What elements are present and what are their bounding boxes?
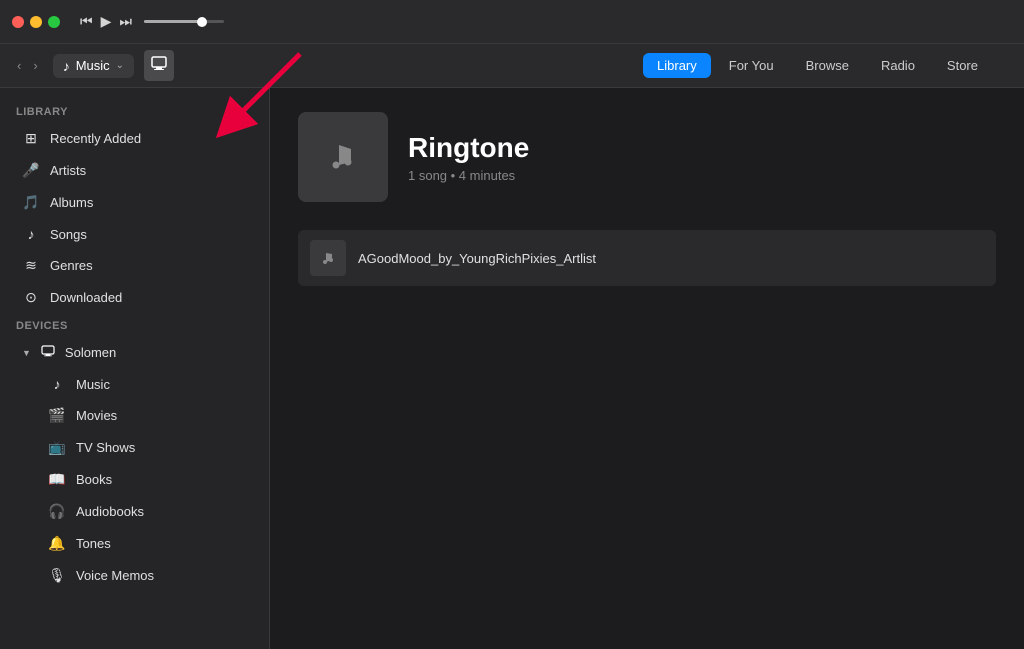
sidebar-item-label: Genres [50, 258, 93, 273]
volume-track [144, 20, 224, 23]
nav-buttons: ‹ › [12, 56, 43, 75]
track-list: AGoodMood_by_YoungRichPixies_Artlist [298, 230, 996, 286]
tab-radio[interactable]: Radio [867, 53, 929, 78]
sidebar-item-artists[interactable]: 🎤 Artists [6, 155, 263, 186]
sidebar-item-label: Recently Added [50, 131, 141, 146]
sidebar-item-movies[interactable]: 🎬 Movies [6, 400, 263, 431]
sidebar-item-books[interactable]: 📖 Books [6, 464, 263, 495]
sidebar-item-label: TV Shows [76, 440, 135, 455]
device-icon [39, 344, 57, 361]
tones-icon: 🔔 [48, 535, 66, 552]
library-section-label: Library [0, 100, 269, 122]
content-subtitle: 1 song • 4 minutes [408, 168, 529, 183]
sidebar-item-label: Songs [50, 227, 87, 242]
tab-for-you[interactable]: For You [715, 53, 788, 78]
chevron-down-icon: ⌄ [116, 60, 124, 71]
play-button[interactable]: ▶ [101, 13, 112, 30]
tab-store[interactable]: Store [933, 53, 992, 78]
content-header: Ringtone 1 song • 4 minutes [298, 112, 996, 202]
sidebar-item-genres[interactable]: ≋ Genres [6, 250, 263, 281]
album-art [298, 112, 388, 202]
sidebar-item-label: Albums [50, 195, 93, 210]
volume-fill [144, 20, 200, 23]
album-icon: 🎵 [22, 194, 40, 211]
sidebar-item-label: Audiobooks [76, 504, 144, 519]
device-name: Solomen [65, 345, 116, 360]
music-note-icon: ♪ [63, 58, 70, 74]
sidebar-item-voice-memos[interactable]: 🎙 Voice Memos [6, 560, 263, 591]
grid-icon: ⊞ [22, 130, 40, 147]
content-info: Ringtone 1 song • 4 minutes [408, 132, 529, 183]
audiobooks-icon: 🎧 [48, 503, 66, 520]
movies-icon: 🎬 [48, 407, 66, 424]
sidebar-item-label: Movies [76, 408, 117, 423]
microphone-icon: 🎤 [22, 162, 40, 179]
source-selector[interactable]: ♪ Music ⌄ [53, 54, 134, 78]
devices-section-label: Devices [0, 314, 269, 336]
tv-icon: 📺 [48, 439, 66, 456]
sidebar-item-label: Tones [76, 536, 111, 551]
track-name: AGoodMood_by_YoungRichPixies_Artlist [358, 251, 596, 266]
sidebar-item-label: Downloaded [50, 290, 122, 305]
toolbar: ‹ › ♪ Music ⌄ Library For You Browse Rad… [0, 44, 1024, 88]
track-thumbnail [310, 240, 346, 276]
sidebar-item-recently-added[interactable]: ⊞ Recently Added [6, 123, 263, 154]
tab-browse[interactable]: Browse [792, 53, 863, 78]
content-area: Ringtone 1 song • 4 minutes AGoodMood_by… [270, 88, 1024, 649]
close-button[interactable] [12, 16, 24, 28]
genres-icon: ≋ [22, 257, 40, 274]
sidebar-item-audiobooks[interactable]: 🎧 Audiobooks [6, 496, 263, 527]
download-icon: ⊙ [22, 289, 40, 306]
fast-forward-button[interactable]: ⏭ [119, 13, 132, 30]
sidebar-item-albums[interactable]: 🎵 Albums [6, 187, 263, 218]
sidebar-item-label: Music [76, 377, 110, 392]
sidebar: Library ⊞ Recently Added 🎤 Artists 🎵 Alb… [0, 88, 270, 649]
nav-tabs: Library For You Browse Radio Store [643, 53, 992, 78]
sidebar-item-music[interactable]: ♪ Music [6, 369, 263, 399]
sidebar-item-songs[interactable]: ♪ Songs [6, 219, 263, 249]
music-icon: ♪ [48, 376, 66, 392]
minimize-button[interactable] [30, 16, 42, 28]
rewind-button[interactable]: ⏮ [80, 13, 93, 30]
sidebar-item-label: Books [76, 472, 112, 487]
table-row[interactable]: AGoodMood_by_YoungRichPixies_Artlist [298, 230, 996, 286]
sidebar-item-tones[interactable]: 🔔 Tones [6, 528, 263, 559]
sidebar-item-downloaded[interactable]: ⊙ Downloaded [6, 282, 263, 313]
nav-back-button[interactable]: ‹ [12, 56, 26, 75]
voice-memos-icon: 🎙 [48, 567, 66, 584]
tab-library[interactable]: Library [643, 53, 711, 78]
chevron-icon: ▼ [22, 348, 31, 358]
device-button[interactable] [144, 50, 174, 81]
song-icon: ♪ [22, 226, 40, 242]
sidebar-item-tv-shows[interactable]: 📺 TV Shows [6, 432, 263, 463]
maximize-button[interactable] [48, 16, 60, 28]
traffic-lights [12, 16, 60, 28]
volume-thumb [197, 17, 207, 27]
content-title: Ringtone [408, 132, 529, 164]
sidebar-item-label: Voice Memos [76, 568, 154, 583]
books-icon: 📖 [48, 471, 66, 488]
device-header[interactable]: ▼ Solomen [6, 337, 263, 368]
source-label: Music [76, 58, 110, 73]
transport-controls: ⏮ ▶ ⏭ [80, 13, 132, 30]
main: Library ⊞ Recently Added 🎤 Artists 🎵 Alb… [0, 88, 1024, 649]
sidebar-item-label: Artists [50, 163, 86, 178]
title-bar: ⏮ ▶ ⏭ [0, 0, 1024, 44]
volume-slider[interactable] [144, 20, 224, 23]
nav-forward-button[interactable]: › [28, 56, 42, 75]
